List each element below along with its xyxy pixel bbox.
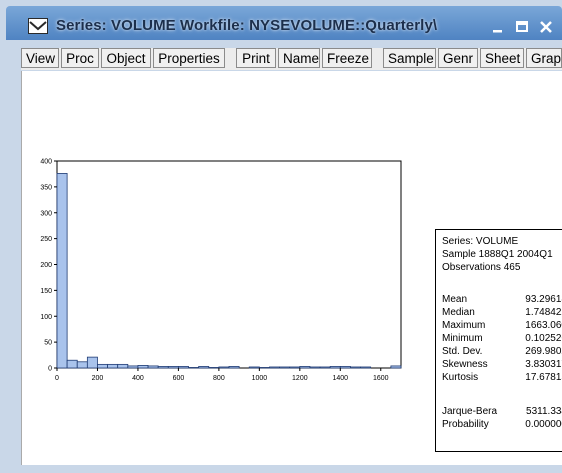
y-tick-label: 150 [40,288,52,295]
histogram-bar [157,366,169,369]
histogram-bar [309,366,321,369]
x-tick-label: 1200 [292,375,308,382]
maximize-icon[interactable] [515,20,529,34]
name-button[interactable]: Name [278,48,320,68]
stat-value: 17.67815 [525,372,562,383]
histogram-bar [299,366,311,369]
stat-label: Maximum [442,320,486,331]
histogram-bar [258,367,270,369]
histogram-bar [66,359,78,369]
title-bar[interactable]: Series: VOLUME Workfile: NYSEVOLUME::Qua… [6,6,562,40]
x-tick-label: 1600 [373,375,389,382]
y-tick-label: 300 [40,210,52,217]
histogram-bar [76,361,88,369]
x-tick-label: 1000 [252,375,268,382]
x-tick-label: 0 [55,375,59,382]
stat-label: Median [442,307,475,318]
stat-label: Kurtosis [442,372,479,383]
y-tick-label: 100 [40,314,52,321]
graph-button[interactable]: Grap [526,48,562,68]
view-area: 0 50 100 150 200 250 300 350 400 0 200 400 600 800 100… [21,71,562,465]
stat-value: 93.29618 [525,294,562,305]
close-icon[interactable] [539,20,553,34]
histogram-bar [117,363,129,369]
histogram-bar [56,173,68,369]
x-tick-label: 1400 [333,375,349,382]
histogram-bar [137,365,149,369]
series-window-icon [28,18,48,34]
window-title: Series: VOLUME Workfile: NYSEVOLUME::Qua… [56,17,438,34]
histogram-bar [97,363,108,369]
histogram-bar [218,366,230,369]
view-button[interactable]: View [21,48,59,68]
histogram-bar [360,366,372,369]
histogram-bar [228,366,240,369]
histogram-bar [107,363,119,369]
x-tick-label: 600 [173,375,185,382]
plot-frame [56,160,402,369]
genr-button[interactable]: Genr [438,48,478,68]
histogram-bar [248,366,260,369]
probability-value: 0.000000 [525,419,562,430]
proc-button[interactable]: Proc [61,48,99,68]
sheet-button[interactable]: Sheet [480,48,524,68]
y-tick-label: 400 [40,159,52,166]
histogram-bar [127,365,139,369]
histogram-bar [86,356,98,369]
jarque-bera-value: 5311.334 [526,406,562,417]
series-window: Series: VOLUME Workfile: NYSEVOLUME::Qua… [0,0,562,473]
histogram-bar [269,366,280,369]
histogram-bar [147,365,159,369]
histogram-bar [188,367,200,369]
stat-label: Minimum [442,333,483,344]
histogram-bar [279,366,291,369]
toolbar: View Proc Object Properties Print Name F… [21,48,562,70]
sample-button[interactable]: Sample [383,48,436,68]
stat-label: Std. Dev. [442,346,483,357]
histogram-bar [167,366,179,369]
probability-label: Probability [442,419,489,430]
histogram-bar [178,366,189,369]
stats-series: Series: VOLUME [442,236,519,247]
stats-box: Series: VOLUME Sample 1888Q1 2004Q1 Obse… [435,229,562,452]
stat-label: Skewness [442,359,488,370]
histogram-bar [319,366,331,369]
y-tick-label: 50 [44,340,52,347]
histogram-bar [289,366,301,369]
histogram-bar [390,365,402,369]
stat-label: Mean [442,294,468,305]
object-button[interactable]: Object [101,48,151,68]
minimize-icon[interactable] [491,20,505,34]
histogram-bar [329,366,341,369]
stat-value: 269.9802 [525,346,562,357]
stat-value: 0.102526 [525,333,562,344]
histogram-bar [198,366,210,369]
x-tick-label: 400 [132,375,144,382]
y-tick-label: 0 [48,366,52,373]
y-tick-label: 200 [40,262,52,269]
y-tick-label: 350 [40,184,52,191]
freeze-button[interactable]: Freeze [322,48,372,68]
y-tick-label: 250 [40,236,52,243]
properties-button[interactable]: Properties [153,48,225,68]
histogram-bar [208,367,220,369]
histogram-bar [339,366,351,369]
stat-value: 3.830317 [525,359,562,370]
histogram-bar [350,366,361,369]
stat-value: 1663.060 [525,320,562,331]
stats-observations: Observations 465 [442,262,521,273]
stat-value: 1.748422 [525,307,562,318]
x-tick-label: 200 [92,375,104,382]
print-button[interactable]: Print [236,48,276,68]
stats-sample: Sample 1888Q1 2004Q1 [442,249,553,260]
x-tick-label: 800 [213,375,225,382]
jarque-bera-label: Jarque-Bera [442,406,498,417]
